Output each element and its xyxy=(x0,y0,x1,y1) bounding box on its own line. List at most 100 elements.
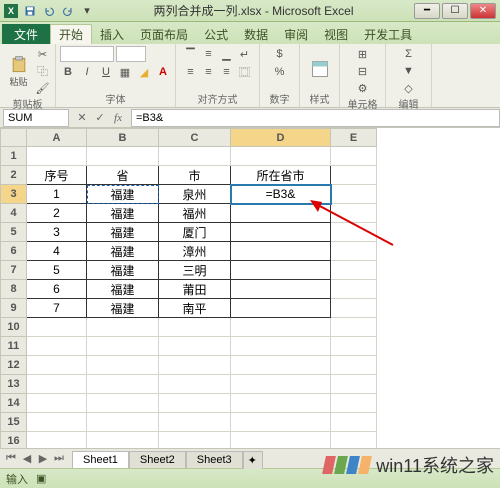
cell-C5[interactable]: 厦门 xyxy=(159,223,231,242)
cell-C6[interactable]: 漳州 xyxy=(159,242,231,261)
cell-B10[interactable] xyxy=(87,318,159,337)
bold-icon[interactable]: B xyxy=(60,64,76,80)
align-middle-icon[interactable]: ≡ xyxy=(201,46,217,62)
file-tab[interactable]: 文件 xyxy=(2,24,50,44)
row-header-5[interactable]: 5 xyxy=(1,223,27,242)
cell-E8[interactable] xyxy=(331,280,377,299)
merge-icon[interactable]: ⿴ xyxy=(237,64,253,80)
cell-D10[interactable] xyxy=(231,318,331,337)
cell-D2[interactable]: 所在省市 xyxy=(231,166,331,185)
cell-A9[interactable]: 7 xyxy=(27,299,87,318)
cell-D16[interactable] xyxy=(231,432,331,449)
font-size-select[interactable] xyxy=(116,46,146,62)
row-header-3[interactable]: 3 xyxy=(1,185,27,204)
row-header-13[interactable]: 13 xyxy=(1,375,27,394)
fill-icon[interactable]: ▼ xyxy=(401,63,417,79)
cell-B8[interactable]: 福建 xyxy=(87,280,159,299)
cell-A1[interactable] xyxy=(27,147,87,166)
row-header-12[interactable]: 12 xyxy=(1,356,27,375)
italic-icon[interactable]: I xyxy=(79,64,95,80)
row-header-15[interactable]: 15 xyxy=(1,413,27,432)
cell-A12[interactable] xyxy=(27,356,87,375)
align-left-icon[interactable]: ≡ xyxy=(183,64,199,80)
cell-B13[interactable] xyxy=(87,375,159,394)
row-header-8[interactable]: 8 xyxy=(1,280,27,299)
cell-D3[interactable]: =B3& xyxy=(231,185,331,204)
cell-A5[interactable]: 3 xyxy=(27,223,87,242)
cell-E7[interactable] xyxy=(331,261,377,280)
align-top-icon[interactable]: ▔ xyxy=(183,46,199,62)
minimize-button[interactable]: ━ xyxy=(414,3,440,19)
cell-C16[interactable] xyxy=(159,432,231,449)
format-painter-icon[interactable]: 🖌 xyxy=(35,80,51,96)
tab-formulas[interactable]: 公式 xyxy=(196,24,236,44)
cell-styles-button[interactable] xyxy=(306,47,334,91)
cell-B3[interactable]: 福建 xyxy=(87,185,159,204)
font-color-icon[interactable]: A xyxy=(155,64,171,80)
currency-icon[interactable]: $ xyxy=(272,46,288,62)
sheet-tab-3[interactable]: Sheet3 xyxy=(186,451,243,468)
copy-icon[interactable]: ⿻ xyxy=(35,63,51,79)
cut-icon[interactable]: ✂ xyxy=(35,46,51,62)
cell-B15[interactable] xyxy=(87,413,159,432)
align-bottom-icon[interactable]: ▁ xyxy=(219,46,235,62)
format-cells-icon[interactable]: ⚙ xyxy=(355,80,371,96)
col-header-D[interactable]: D xyxy=(231,129,331,147)
cell-D9[interactable] xyxy=(231,299,331,318)
cell-B4[interactable]: 福建 xyxy=(87,204,159,223)
cell-B2[interactable]: 省 xyxy=(87,166,159,185)
cell-B12[interactable] xyxy=(87,356,159,375)
cell-C4[interactable]: 福州 xyxy=(159,204,231,223)
align-center-icon[interactable]: ≡ xyxy=(201,64,217,80)
sheet-nav-prev-icon[interactable]: ◀ xyxy=(20,452,34,465)
cell-D8[interactable] xyxy=(231,280,331,299)
cell-E12[interactable] xyxy=(331,356,377,375)
tab-page-layout[interactable]: 页面布局 xyxy=(132,24,196,44)
cell-A3[interactable]: 1 xyxy=(27,185,87,204)
cell-C1[interactable] xyxy=(159,147,231,166)
enter-formula-icon[interactable]: ✓ xyxy=(93,111,107,124)
cell-D4[interactable] xyxy=(231,204,331,223)
macro-record-icon[interactable]: ▣ xyxy=(36,472,46,485)
name-box[interactable]: SUM xyxy=(3,109,69,127)
cell-D12[interactable] xyxy=(231,356,331,375)
cell-A13[interactable] xyxy=(27,375,87,394)
row-header-14[interactable]: 14 xyxy=(1,394,27,413)
row-header-9[interactable]: 9 xyxy=(1,299,27,318)
cell-E10[interactable] xyxy=(331,318,377,337)
cell-E9[interactable] xyxy=(331,299,377,318)
cell-D11[interactable] xyxy=(231,337,331,356)
cell-B6[interactable]: 福建 xyxy=(87,242,159,261)
delete-cells-icon[interactable]: ⊟ xyxy=(355,63,371,79)
row-header-1[interactable]: 1 xyxy=(1,147,27,166)
sheet-tab-1[interactable]: Sheet1 xyxy=(72,451,129,468)
cell-E2[interactable] xyxy=(331,166,377,185)
cancel-formula-icon[interactable]: ✕ xyxy=(75,111,89,124)
cell-D13[interactable] xyxy=(231,375,331,394)
cell-E11[interactable] xyxy=(331,337,377,356)
sheet-nav-last-icon[interactable]: ⏭ xyxy=(52,452,66,465)
cell-A6[interactable]: 4 xyxy=(27,242,87,261)
cell-C9[interactable]: 南平 xyxy=(159,299,231,318)
cell-B16[interactable] xyxy=(87,432,159,449)
cell-B9[interactable]: 福建 xyxy=(87,299,159,318)
wrap-text-icon[interactable]: ↵ xyxy=(237,46,253,62)
tab-data[interactable]: 数据 xyxy=(236,24,276,44)
cell-C14[interactable] xyxy=(159,394,231,413)
cell-E16[interactable] xyxy=(331,432,377,449)
close-button[interactable]: ✕ xyxy=(470,3,496,19)
save-icon[interactable] xyxy=(22,3,38,19)
cell-E6[interactable] xyxy=(331,242,377,261)
col-header-A[interactable]: A xyxy=(27,129,87,147)
formula-input[interactable]: =B3& xyxy=(131,109,500,127)
cell-E15[interactable] xyxy=(331,413,377,432)
cell-E4[interactable] xyxy=(331,204,377,223)
fill-color-icon[interactable]: ◢ xyxy=(136,64,152,80)
tab-view[interactable]: 视图 xyxy=(316,24,356,44)
sheet-nav-next-icon[interactable]: ▶ xyxy=(36,452,50,465)
maximize-button[interactable]: ☐ xyxy=(442,3,468,19)
cell-E13[interactable] xyxy=(331,375,377,394)
row-header-7[interactable]: 7 xyxy=(1,261,27,280)
cell-B11[interactable] xyxy=(87,337,159,356)
cell-A15[interactable] xyxy=(27,413,87,432)
